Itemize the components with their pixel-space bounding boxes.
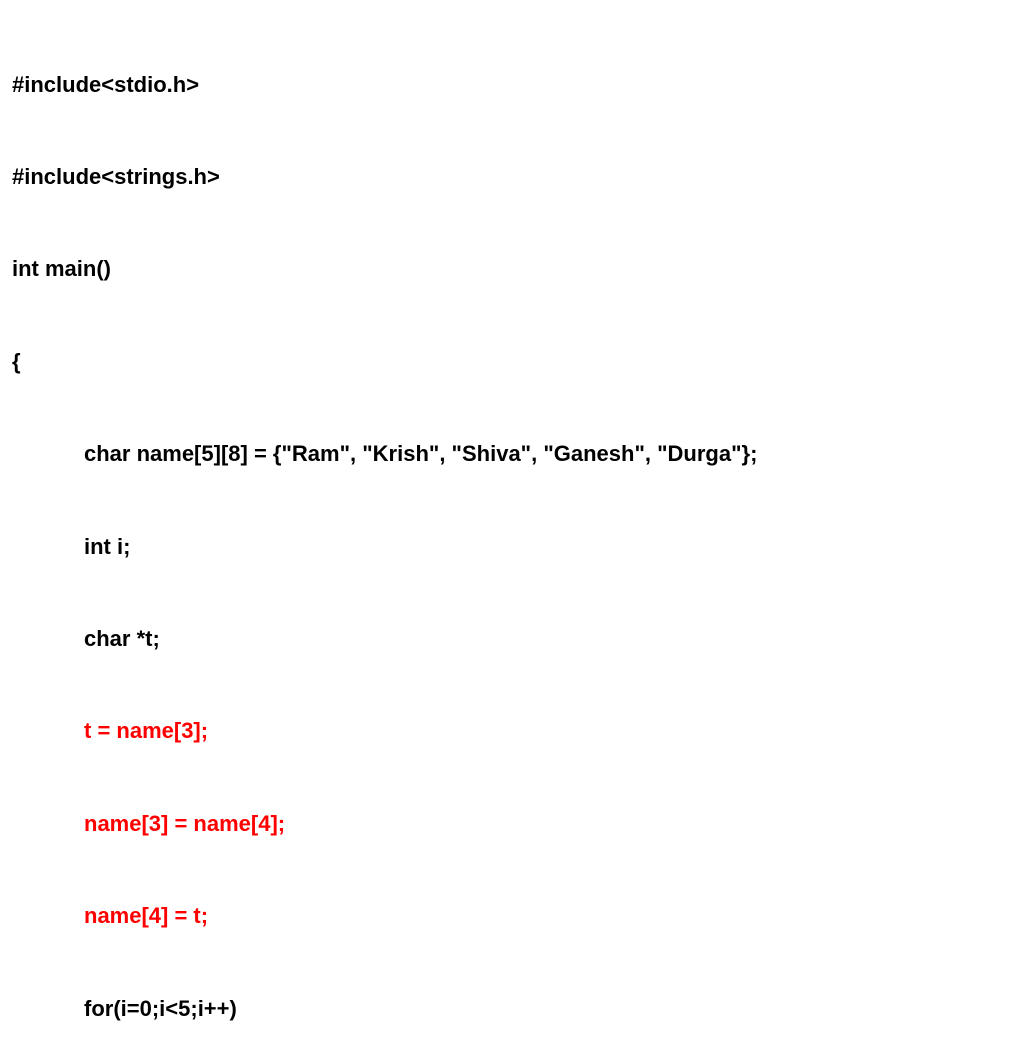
code-line-swap-name4: name[4] = t; — [12, 901, 1012, 932]
code-line-include-strings: #include<strings.h> — [12, 162, 1012, 193]
code-line-open-brace: { — [12, 347, 1012, 378]
code-line-for-loop: for(i=0;i<5;i++) — [12, 994, 1012, 1025]
code-line-int-main: int main() — [12, 254, 1012, 285]
code-line-include-stdio: #include<stdio.h> — [12, 70, 1012, 101]
code-block: #include<stdio.h> #include<strings.h> in… — [12, 8, 1012, 1054]
code-line-swap-name3: name[3] = name[4]; — [12, 809, 1012, 840]
code-line-char-name-array: char name[5][8] = {"Ram", "Krish", "Shiv… — [12, 439, 1012, 470]
code-line-char-t: char *t; — [12, 624, 1012, 655]
code-line-assign-t: t = name[3]; — [12, 716, 1012, 747]
code-line-int-i: int i; — [12, 532, 1012, 563]
